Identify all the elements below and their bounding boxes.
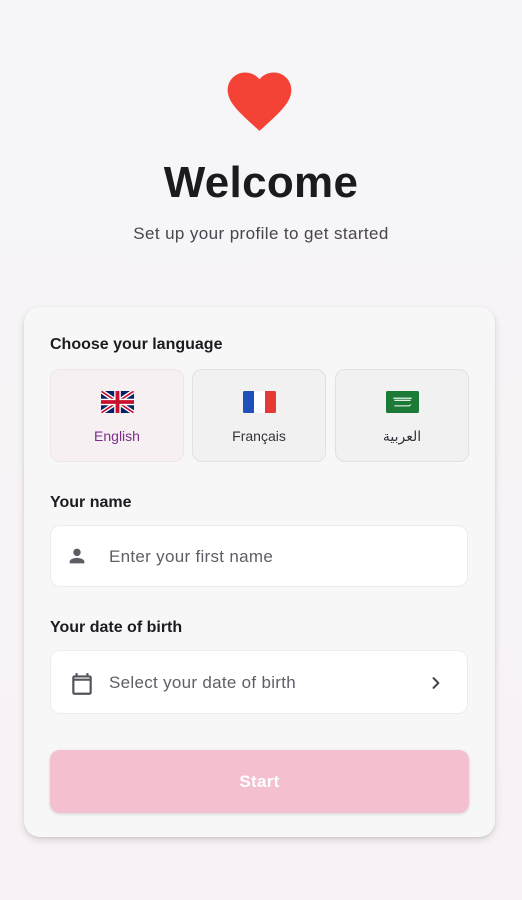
page-title: Welcome: [163, 158, 359, 207]
language-option-english[interactable]: English: [50, 369, 184, 462]
language-option-label: Français: [232, 428, 286, 444]
language-option-label: English: [94, 428, 140, 444]
language-label: Choose your language: [50, 336, 223, 353]
saudi-flag-icon: [386, 391, 419, 413]
person-icon: [69, 548, 85, 564]
language-option-french[interactable]: Français: [192, 369, 326, 462]
heart-icon: [227, 72, 292, 131]
name-label: Your name: [50, 494, 132, 511]
uk-flag-icon: [101, 391, 134, 413]
first-name-input[interactable]: Enter your first name: [50, 525, 468, 587]
profile-card: Choose your language English Français ال…: [24, 307, 495, 837]
start-button[interactable]: Start: [50, 750, 469, 813]
france-flag-icon: [243, 391, 276, 413]
dob-label: Your date of birth: [50, 619, 183, 636]
language-option-arabic[interactable]: العربية: [335, 369, 469, 462]
chevron-right-icon: [432, 677, 440, 689]
date-of-birth-field[interactable]: Select your date of birth: [50, 650, 468, 714]
page-subtitle: Set up your profile to get started: [133, 224, 389, 243]
date-of-birth-placeholder: Select your date of birth: [109, 673, 297, 692]
first-name-placeholder: Enter your first name: [109, 547, 274, 566]
language-option-label: العربية: [382, 428, 422, 444]
calendar-icon: [72, 673, 92, 695]
